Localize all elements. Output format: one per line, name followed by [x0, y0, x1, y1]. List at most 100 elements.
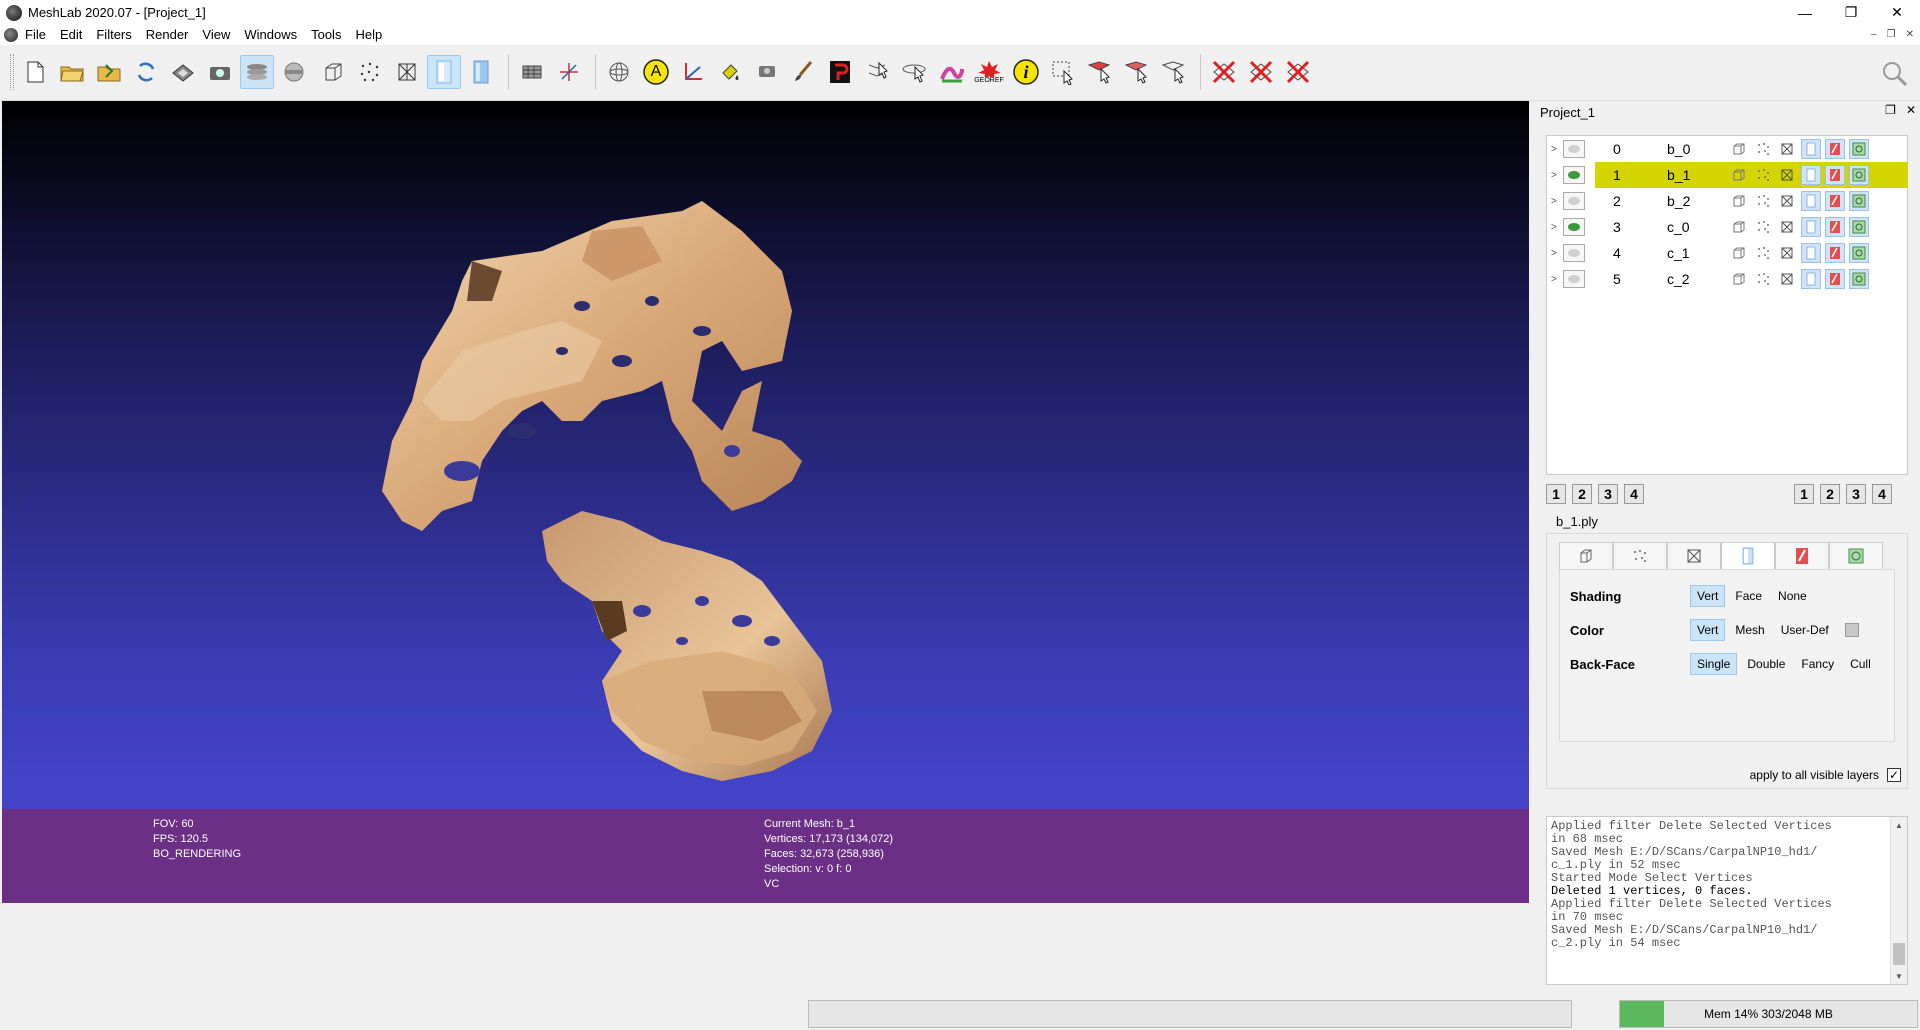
- layer-points-icon[interactable]: [1753, 269, 1773, 289]
- layer-points-icon[interactable]: [1753, 243, 1773, 263]
- view-button-4[interactable]: 4: [1624, 484, 1644, 504]
- menu-view[interactable]: View: [195, 25, 237, 45]
- raster-button-1[interactable]: 1: [1794, 484, 1814, 504]
- layer-decorators-icon[interactable]: [1849, 243, 1869, 263]
- menu-tools[interactable]: Tools: [304, 25, 348, 45]
- log-panel[interactable]: Applied filter Delete Selected Vertices i…: [1546, 816, 1908, 985]
- export-mesh-icon[interactable]: [166, 55, 200, 89]
- layer-points-icon[interactable]: [1753, 217, 1773, 237]
- bounding-box-icon[interactable]: [316, 55, 350, 89]
- view-button-1[interactable]: 1: [1546, 484, 1566, 504]
- import-mesh-icon[interactable]: [92, 55, 126, 89]
- document-restore-button[interactable]: ❐: [1887, 25, 1896, 45]
- search-icon[interactable]: [1880, 59, 1910, 89]
- layer-name[interactable]: c_0: [1667, 219, 1707, 235]
- expand-arrow-icon[interactable]: >: [1551, 222, 1561, 233]
- visibility-toggle-icon[interactable]: [1563, 218, 1585, 236]
- reload-icon[interactable]: [129, 55, 163, 89]
- backface-cull-option[interactable]: Cull: [1844, 654, 1877, 674]
- layer-decorators-icon[interactable]: [1849, 269, 1869, 289]
- layer-row[interactable]: >5 c_2: [1547, 266, 1907, 292]
- minimize-button[interactable]: —: [1782, 0, 1828, 25]
- menu-filters[interactable]: Filters: [89, 25, 138, 45]
- layer-texture-icon[interactable]: [1825, 139, 1845, 159]
- layer-texture-icon[interactable]: [1825, 165, 1845, 185]
- delete-faces-icon[interactable]: [1244, 55, 1278, 89]
- raster-button-3[interactable]: 3: [1846, 484, 1866, 504]
- tab-points-icon[interactable]: [1613, 542, 1667, 570]
- tab-texture-icon[interactable]: [1775, 542, 1829, 570]
- wireframe-icon[interactable]: [390, 55, 424, 89]
- expand-arrow-icon[interactable]: >: [1551, 144, 1561, 155]
- tab-wireframe-icon[interactable]: [1667, 542, 1721, 570]
- dock-float-button[interactable]: ❐: [1885, 103, 1896, 117]
- axis-trackball-icon[interactable]: [552, 55, 586, 89]
- layer-wireframe-icon[interactable]: [1777, 165, 1797, 185]
- shading-vert-option[interactable]: Vert: [1690, 585, 1726, 607]
- 3d-viewport[interactable]: FOV: 60 FPS: 120.5 BO_RENDERING Current …: [2, 101, 1529, 903]
- user-color-swatch[interactable]: [1844, 623, 1859, 637]
- shading-face-option[interactable]: Face: [1729, 586, 1768, 606]
- visibility-toggle-icon[interactable]: [1563, 140, 1585, 158]
- layer-texture-icon[interactable]: [1825, 243, 1845, 263]
- layer-wireframe-icon[interactable]: [1777, 243, 1797, 263]
- raster-layers-icon[interactable]: [277, 55, 311, 89]
- open-project-icon[interactable]: [55, 55, 89, 89]
- document-close-button[interactable]: ✕: [1906, 25, 1914, 45]
- layer-decorators-icon[interactable]: [1849, 217, 1869, 237]
- menu-edit[interactable]: Edit: [53, 25, 89, 45]
- layer-points-icon[interactable]: [1753, 191, 1773, 211]
- raster-button-4[interactable]: 4: [1872, 484, 1892, 504]
- backface-fancy-option[interactable]: Fancy: [1795, 654, 1840, 674]
- select-vertices-icon[interactable]: [1120, 55, 1154, 89]
- tab-bbox-icon[interactable]: [1559, 542, 1613, 570]
- paint-brush-icon[interactable]: [787, 55, 821, 89]
- select-connected-icon[interactable]: [1083, 55, 1117, 89]
- align-tool-icon[interactable]: [861, 55, 895, 89]
- delete-faces-vertices-icon[interactable]: [1281, 55, 1315, 89]
- view-button-2[interactable]: 2: [1572, 484, 1592, 504]
- layer-solid-icon[interactable]: [1801, 191, 1821, 211]
- layer-bbox-icon[interactable]: [1729, 217, 1749, 237]
- manipulator-icon[interactable]: [898, 55, 932, 89]
- layer-name[interactable]: b_2: [1667, 193, 1707, 209]
- layer-row[interactable]: >4 c_1: [1547, 240, 1907, 266]
- flat-lines-icon[interactable]: [427, 55, 461, 89]
- shading-none-option[interactable]: None: [1772, 586, 1813, 606]
- delete-vertices-icon[interactable]: [1207, 55, 1241, 89]
- color-vert-option[interactable]: Vert: [1690, 619, 1726, 641]
- georef-icon[interactable]: GEOREF: [972, 55, 1006, 89]
- layer-bbox-icon[interactable]: [1729, 269, 1749, 289]
- view-button-3[interactable]: 3: [1598, 484, 1618, 504]
- layer-name[interactable]: c_1: [1667, 245, 1707, 261]
- layer-points-icon[interactable]: [1753, 139, 1773, 159]
- layer-name[interactable]: b_0: [1667, 141, 1707, 157]
- layer-texture-icon[interactable]: [1825, 191, 1845, 211]
- points-icon[interactable]: [353, 55, 387, 89]
- layer-name[interactable]: c_2: [1667, 271, 1707, 287]
- layer-decorators-icon[interactable]: [1849, 139, 1869, 159]
- document-minimize-button[interactable]: –: [1871, 25, 1877, 45]
- smooth-shading-icon[interactable]: [464, 55, 498, 89]
- restore-button[interactable]: ❐: [1828, 0, 1874, 25]
- layer-name[interactable]: b_1: [1667, 167, 1707, 183]
- color-mesh-option[interactable]: Mesh: [1729, 620, 1770, 640]
- raster-button-2[interactable]: 2: [1820, 484, 1840, 504]
- snapshot-icon[interactable]: [203, 55, 237, 89]
- scroll-down-icon[interactable]: ▼: [1891, 968, 1907, 984]
- layer-bbox-icon[interactable]: [1729, 165, 1749, 185]
- layer-solid-icon[interactable]: [1801, 269, 1821, 289]
- apply-all-checkbox[interactable]: ✓: [1887, 768, 1901, 782]
- layer-row[interactable]: >3 c_0: [1547, 214, 1907, 240]
- backface-single-option[interactable]: Single: [1690, 653, 1738, 675]
- layer-wireframe-icon[interactable]: [1777, 269, 1797, 289]
- color-segmentation-icon[interactable]: [935, 55, 969, 89]
- expand-arrow-icon[interactable]: >: [1551, 196, 1561, 207]
- color-user-def-option[interactable]: User-Def: [1775, 620, 1835, 640]
- backface-double-option[interactable]: Double: [1741, 654, 1791, 674]
- layer-bbox-icon[interactable]: [1729, 243, 1749, 263]
- pick-points-icon[interactable]: [824, 55, 858, 89]
- layer-solid-icon[interactable]: [1801, 165, 1821, 185]
- menu-file[interactable]: File: [18, 25, 53, 45]
- tab-decorators-icon[interactable]: [1829, 542, 1883, 570]
